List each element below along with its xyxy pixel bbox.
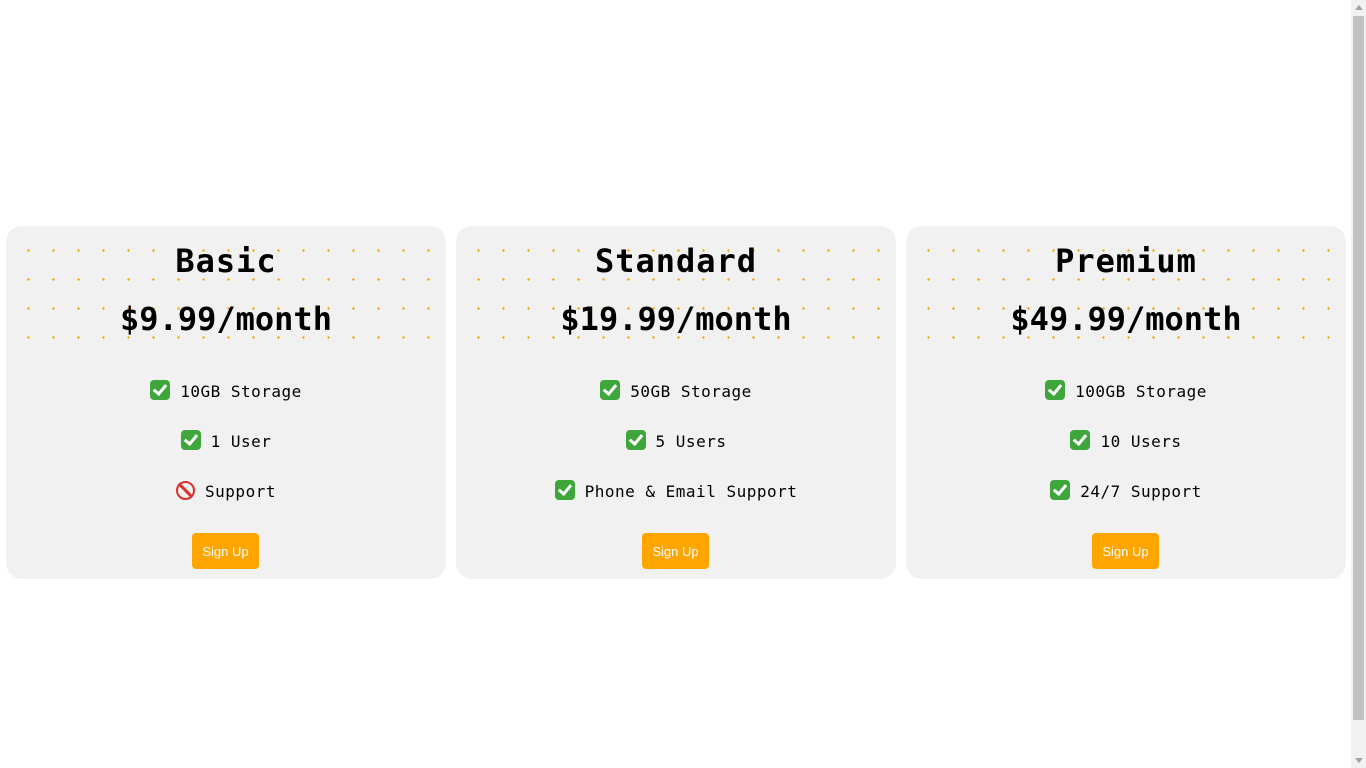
feature-text: 5 Users (655, 432, 727, 451)
check-mark-icon (1070, 430, 1091, 450)
feature-list: 100GB Storage 10 Users 24/7 Support (906, 380, 1346, 530)
plan-price: $49.99/month (1010, 300, 1242, 338)
feature-list: 50GB Storage 5 Users Phone & Email Suppo… (456, 380, 896, 530)
feature-item: Phone & Email Support (456, 480, 896, 530)
feature-text: 100GB Storage (1075, 382, 1207, 401)
plan-title: Basic (175, 242, 277, 280)
check-mark-icon (180, 430, 201, 450)
feature-item: 10 Users (906, 430, 1346, 480)
feature-item: 10GB Storage (6, 380, 446, 430)
scroll-up-arrow-icon[interactable] (1355, 5, 1363, 10)
pricing-card-standard: Standard $19.99/month 50GB Storage 5 Use… (456, 226, 896, 579)
sign-up-button-premium[interactable]: Sign Up (1092, 533, 1159, 569)
page: Basic $9.99/month 10GB Storage 1 User Su… (0, 0, 1351, 768)
feature-item: 24/7 Support (906, 480, 1346, 530)
sign-up-button-standard[interactable]: Sign Up (642, 533, 709, 569)
pricing-cards: Basic $9.99/month 10GB Storage 1 User Su… (6, 226, 1346, 579)
check-mark-icon (1045, 380, 1066, 400)
plan-title: Premium (1055, 242, 1197, 280)
pricing-card-basic: Basic $9.99/month 10GB Storage 1 User Su… (6, 226, 446, 579)
plan-price: $9.99/month (120, 300, 332, 338)
check-mark-icon (1050, 480, 1071, 500)
check-mark-icon (625, 430, 646, 450)
plan-title: Standard (594, 242, 758, 280)
feature-list: 10GB Storage 1 User Support (6, 380, 446, 530)
check-mark-icon (150, 380, 171, 400)
pricing-card-premium: Premium $49.99/month 100GB Storage 10 Us… (906, 226, 1346, 579)
prohibited-icon (176, 481, 196, 500)
feature-text: 1 User (210, 432, 272, 451)
scroll-down-arrow-icon[interactable] (1355, 758, 1363, 763)
feature-text: 50GB Storage (630, 382, 752, 401)
feature-text: 24/7 Support (1080, 482, 1202, 501)
sign-up-button-basic[interactable]: Sign Up (192, 533, 259, 569)
feature-item: 5 Users (456, 430, 896, 480)
feature-item: Support (6, 480, 446, 530)
plan-price: $19.99/month (560, 300, 792, 338)
scrollbar-thumb[interactable] (1353, 16, 1364, 720)
check-mark-icon (600, 380, 621, 400)
feature-item: 50GB Storage (456, 380, 896, 430)
feature-item: 1 User (6, 430, 446, 480)
check-mark-icon (554, 480, 575, 500)
feature-text: Phone & Email Support (584, 482, 798, 501)
feature-text: 10 Users (1100, 432, 1182, 451)
feature-text: 10GB Storage (180, 382, 302, 401)
feature-item: 100GB Storage (906, 380, 1346, 430)
vertical-scrollbar[interactable] (1351, 0, 1366, 768)
feature-text: Support (205, 482, 276, 501)
